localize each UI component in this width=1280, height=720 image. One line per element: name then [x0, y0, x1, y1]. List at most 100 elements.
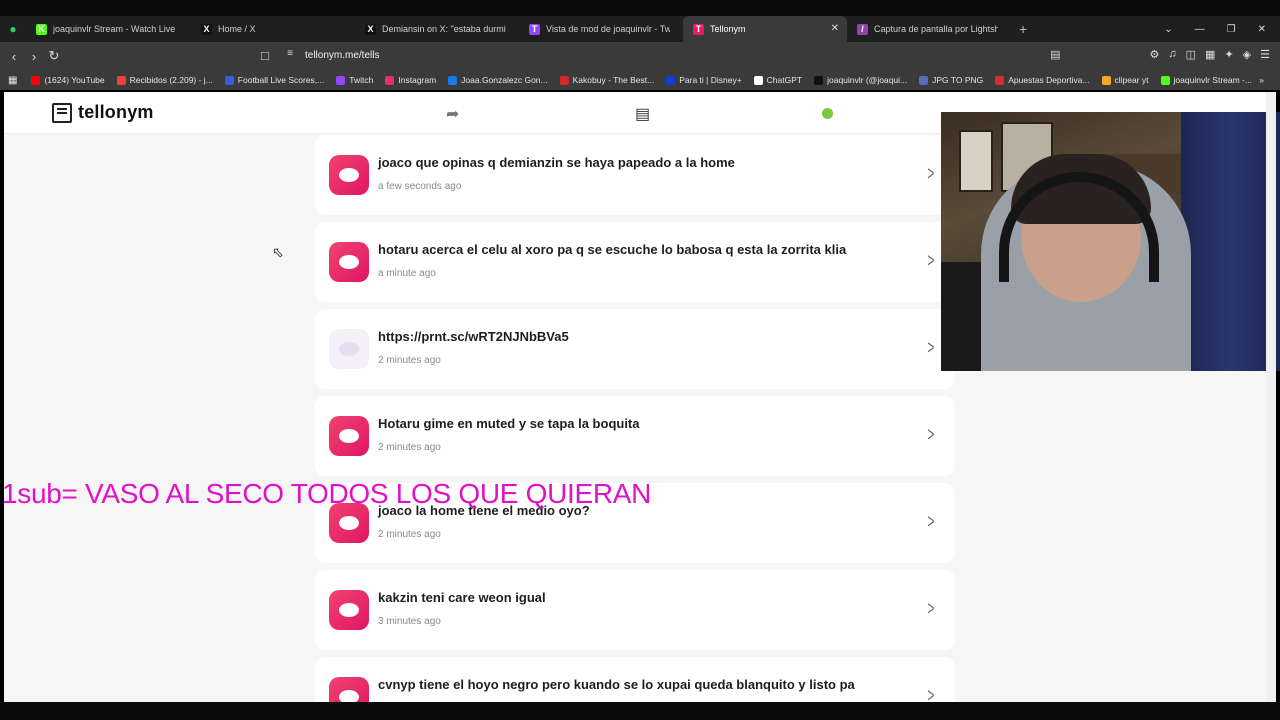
translate-icon[interactable]: ▤ — [1050, 48, 1060, 61]
bookmark-item[interactable]: (1624) YouTube — [31, 75, 105, 85]
share-icon[interactable]: ➦ — [446, 104, 459, 124]
tab-bar: ● Kjoaquinvlr Stream - Watch Live on X Hom… — [0, 16, 1280, 42]
bookmark-item[interactable]: Instagram — [385, 75, 436, 85]
chevron-right-icon[interactable]: > — [928, 337, 935, 360]
close-window-icon[interactable]: ✕ — [1258, 24, 1266, 35]
tell-card[interactable]: kakzin teni care weon igual 3 minutes ago… — [315, 570, 955, 650]
tell-text: kakzin teni care weon igual — [378, 590, 546, 605]
sidebar-icon[interactable]: ◫ — [1186, 48, 1196, 61]
bookmark-item[interactable]: Recibidos (2.209) - j... — [116, 75, 213, 85]
bookmark-label: joaquinvlr Stream -... — [1173, 75, 1252, 85]
tab-0[interactable]: Kjoaquinvlr Stream - Watch Live on — [26, 16, 191, 42]
chevron-right-icon[interactable]: > — [928, 250, 935, 273]
bookmark-favicon-icon — [31, 75, 41, 85]
new-tab-button[interactable]: + — [1019, 21, 1027, 37]
tab-label: joaquinvlr Stream - Watch Live on — [53, 24, 178, 34]
bookmark-item[interactable]: JPG TO PNG — [919, 75, 983, 85]
tell-card[interactable]: https://prnt.sc/wRT2NJNbBVa5 2 minutes ag… — [315, 309, 955, 389]
back-icon[interactable]: ‹ — [4, 49, 24, 64]
bookmark-item[interactable]: ChatGPT — [753, 75, 803, 85]
bookmark-item[interactable]: joaquinvlr (@joaqui... — [814, 75, 907, 85]
apps-icon[interactable]: ▦ — [8, 75, 17, 86]
bookmark-label: Recibidos (2.209) - j... — [129, 75, 213, 85]
tell-card[interactable]: hotaru acerca el celu al xoro pa q se es… — [315, 222, 955, 302]
bookmark-item[interactable]: Joaa.Gonzalezc Gon... — [448, 75, 548, 85]
tell-card[interactable]: cvnyp tiene el hoyo negro pero kuando se… — [315, 657, 955, 702]
bookmark-favicon-icon — [224, 75, 234, 85]
wallet-icon[interactable]: ▦ — [1205, 48, 1215, 61]
bookmark-label: JPG TO PNG — [932, 75, 984, 85]
bookmark-label: Football Live Scores,... — [237, 75, 325, 85]
vpn-icon[interactable]: ◈ — [1243, 48, 1251, 61]
bookmark-label: ChatGPT — [766, 75, 803, 85]
site-info-icon[interactable]: ≡ — [280, 48, 300, 59]
menu-icon[interactable]: ☰ — [1260, 48, 1270, 61]
bookmark-favicon-icon — [116, 75, 126, 85]
bookmark-label: Apuestas Deportiva... — [1008, 75, 1090, 85]
tell-text: Hotaru gime en muted y se tapa la boquit… — [378, 416, 640, 431]
inbox-icon[interactable]: ▤ — [635, 104, 650, 124]
tab-2[interactable]: X Demiansin on X: "estaba durmiendo — [355, 16, 519, 42]
tellonym-logo[interactable]: tellonym — [52, 102, 154, 123]
tab-favicon-icon: / — [857, 23, 868, 35]
tell-text: cvnyp tiene el hoyo negro pero kuando se… — [378, 677, 855, 692]
more-bookmarks-icon[interactable]: » — [1259, 75, 1264, 85]
tab-list-icon[interactable]: ⌄ — [1164, 24, 1172, 35]
tab-favicon-icon: T — [693, 23, 704, 35]
chevron-right-icon[interactable]: > — [928, 424, 935, 447]
restore-icon[interactable]: ❐ — [1227, 24, 1236, 35]
bookmark-favicon-icon — [1160, 75, 1170, 85]
bookmark-item[interactable]: joaquinvlr Stream -... — [1160, 75, 1252, 85]
bookmark-item[interactable]: Apuestas Deportiva... — [995, 75, 1090, 85]
bookmark-favicon-icon — [814, 75, 824, 85]
bookmark-label: Joaa.Gonzalezc Gon... — [461, 75, 548, 85]
chevron-right-icon[interactable]: > — [928, 598, 935, 621]
tell-text: https://prnt.sc/wRT2NJNbBVa5 — [378, 329, 569, 344]
tab-4[interactable]: T Tellonym ✕ — [683, 16, 847, 42]
tab-favicon-icon: T — [529, 23, 540, 35]
vertical-scrollbar[interactable] — [1266, 92, 1276, 702]
tell-card[interactable]: Hotaru gime en muted y se tapa la boquit… — [315, 396, 955, 476]
tab-label: Captura de pantalla por Lightshot — [874, 24, 998, 34]
profile-status-dot[interactable] — [822, 108, 833, 119]
chevron-right-icon[interactable]: > — [928, 685, 935, 702]
bookmark-favicon-icon — [1101, 75, 1111, 85]
chevron-right-icon[interactable]: > — [928, 511, 935, 534]
bookmark-icon[interactable]: □ — [255, 48, 275, 63]
bookmark-favicon-icon — [385, 75, 395, 85]
bookmark-item[interactable]: Para ti | Disney+ — [666, 75, 742, 85]
bookmark-item[interactable]: Football Live Scores,... — [224, 75, 325, 85]
tab-3[interactable]: T Vista de mod de joaquinvlr - Twit — [519, 16, 683, 42]
minimize-icon[interactable]: — — [1195, 24, 1205, 35]
bookmark-item[interactable]: Kakobuy - The Best... — [559, 75, 655, 85]
tell-timestamp: 2 minutes ago — [378, 442, 441, 453]
bookmark-label: clipear yt — [1114, 75, 1149, 85]
media-icon[interactable]: ♫ — [1168, 48, 1176, 61]
webcam-overlay — [941, 112, 1280, 371]
bookmark-item[interactable]: Twitch — [336, 75, 373, 85]
whatsapp-icon[interactable]: ● — [0, 16, 26, 42]
tab-favicon-icon: X — [201, 23, 212, 35]
reload-icon[interactable]: ↻ — [44, 48, 64, 64]
chevron-right-icon[interactable]: > — [928, 163, 935, 186]
bookmark-label: Twitch — [349, 75, 374, 85]
bookmark-item[interactable]: clipear yt — [1101, 75, 1149, 85]
leo-icon[interactable]: ✦ — [1224, 48, 1233, 61]
bottom-strip — [0, 702, 1280, 720]
tell-timestamp: a minute ago — [378, 268, 436, 279]
bookmark-label: Kakobuy - The Best... — [572, 75, 655, 85]
tab-5[interactable]: / Captura de pantalla por Lightshot — [847, 16, 1011, 42]
extensions-icon[interactable]: ⚙ — [1150, 48, 1160, 61]
tab-favicon-icon: X — [365, 23, 376, 35]
bookmark-label: Instagram — [398, 75, 437, 85]
url-field[interactable]: tellonym.me/tells — [305, 50, 379, 61]
bookmark-favicon-icon — [666, 75, 676, 85]
tab-label: Demiansin on X: "estaba durmiendo — [382, 24, 506, 34]
tell-card[interactable]: joaco que opinas q demianzin se haya pap… — [315, 135, 955, 215]
forward-icon[interactable]: › — [24, 49, 44, 64]
extension-icons: ▤ ⚙ ♫ ◫ ▦ ✦ ◈ ☰ — [1050, 48, 1270, 61]
bookmark-favicon-icon — [919, 75, 929, 85]
tell-bubble-icon — [329, 155, 369, 195]
tab-1[interactable]: X Home / X — [191, 16, 355, 42]
tab-close-icon[interactable]: ✕ — [831, 23, 839, 34]
